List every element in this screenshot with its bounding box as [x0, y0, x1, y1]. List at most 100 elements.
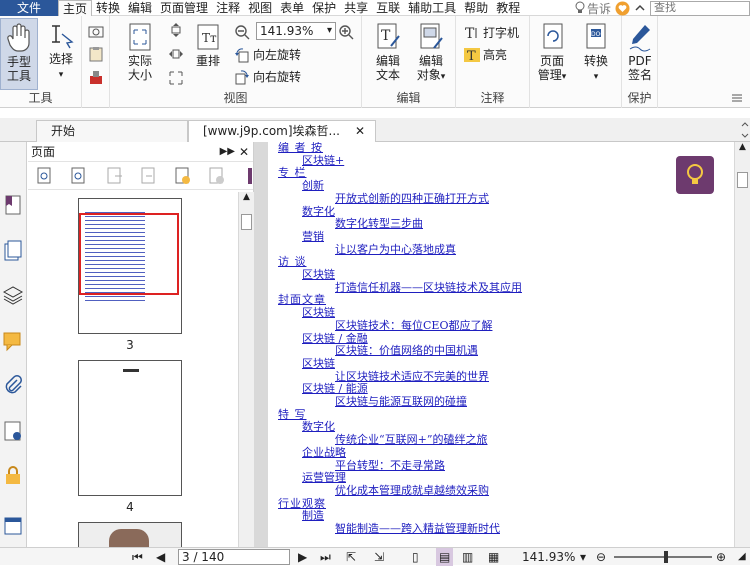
menu-tutorial[interactable]: 教程: [492, 0, 524, 16]
edit-object-button[interactable]: 编辑 对象▾: [410, 22, 452, 84]
toc-entry-level-2[interactable]: 数字化转型三步曲: [335, 218, 423, 230]
zoom-out-icon[interactable]: [234, 24, 250, 40]
toc-entry-level-1[interactable]: 数字化: [302, 421, 335, 433]
actual-size-button[interactable]: 实际 大小: [120, 22, 160, 82]
resize-grip-icon[interactable]: ◢: [738, 548, 746, 566]
toc-entry-level-2[interactable]: 打造信任机器——区块链技术及其应用: [335, 281, 522, 294]
panel-scrollbar[interactable]: ▲: [238, 192, 254, 547]
panel-close-icon[interactable]: ✕: [239, 142, 249, 162]
stamp-icon[interactable]: [88, 70, 104, 86]
bookmark-icon[interactable]: [2, 194, 24, 216]
replace-page-icon[interactable]: [140, 167, 158, 185]
continuous-page-icon[interactable]: ▤: [436, 548, 454, 566]
pages-icon[interactable]: [2, 240, 24, 262]
toc-entry-level-1[interactable]: 制造: [302, 510, 324, 522]
toc-entry-level-0[interactable]: 封面文章: [278, 294, 326, 306]
current-view-frame[interactable]: [79, 213, 179, 295]
toc-entry-level-1[interactable]: 区块链 / 金融: [302, 332, 368, 345]
menu-home[interactable]: 主页: [58, 0, 93, 16]
toc-entry-level-1[interactable]: 区块链+: [302, 154, 344, 167]
toc-entry-level-1[interactable]: 区块链: [302, 307, 335, 319]
zoom-level[interactable]: 141.93%: [522, 548, 575, 566]
page-thumbnail-5[interactable]: [78, 522, 182, 547]
toc-entry-level-0[interactable]: 行业观察: [278, 497, 326, 510]
zoom-dropdown-icon[interactable]: ▾: [580, 548, 586, 566]
toc-entry-level-2[interactable]: 智能制造——跨入精益管理新时代: [335, 523, 500, 535]
rotate-right-button[interactable]: 向右旋转: [234, 68, 301, 85]
zoom-slider-handle[interactable]: [664, 551, 668, 563]
next-view-icon[interactable]: ⇲: [374, 548, 384, 566]
next-page-icon[interactable]: ▶: [298, 548, 307, 566]
toc-entry-level-2[interactable]: 让区块链技术适应不完美的世界: [335, 370, 489, 383]
toc-entry-level-2[interactable]: 区块链：价值网络的中国机遇: [335, 345, 478, 357]
previous-view-icon[interactable]: ⇱: [346, 548, 356, 566]
highlight-button[interactable]: T 高亮: [464, 46, 507, 63]
extract-page-icon[interactable]: [106, 167, 124, 185]
menu-help[interactable]: 帮助: [460, 0, 492, 16]
menu-view[interactable]: 视图: [244, 0, 276, 16]
menu-connect[interactable]: 互联: [372, 0, 404, 16]
layers-icon[interactable]: [2, 284, 24, 306]
menu-protect[interactable]: 保护: [308, 0, 340, 16]
camera-icon[interactable]: [88, 24, 104, 38]
toc-entry-level-1[interactable]: 区块链: [302, 357, 335, 370]
page-thumbnail-4[interactable]: [78, 360, 182, 496]
zoom-in-icon[interactable]: ⊕: [716, 548, 726, 566]
document-scrollbar[interactable]: ▲: [734, 142, 750, 547]
scroll-thumb[interactable]: [241, 214, 252, 230]
panel-splitter[interactable]: [254, 142, 268, 547]
toc-entry-level-0[interactable]: 特 写: [278, 408, 307, 421]
page-number-input[interactable]: 3 / 140: [178, 549, 290, 565]
single-page-icon[interactable]: ▯: [412, 548, 419, 566]
first-page-icon[interactable]: ⏮: [132, 548, 143, 566]
facing-page-icon[interactable]: ▥: [462, 548, 473, 566]
paperclip-icon[interactable]: [2, 374, 24, 396]
lightbulb-icon[interactable]: [573, 1, 587, 15]
edit-text-button[interactable]: T 编辑 文本: [368, 22, 408, 82]
comments-icon[interactable]: [2, 330, 24, 352]
pdf-sign-button[interactable]: PDF 签名: [622, 22, 658, 82]
chevron-up-icon[interactable]: [633, 1, 647, 15]
hand-tool-button[interactable]: 手型 工具: [0, 18, 38, 90]
insert-page-icon[interactable]: [70, 167, 88, 185]
scroll-up-arrow[interactable]: ▲: [239, 192, 254, 202]
search-input[interactable]: [650, 0, 750, 16]
panel-toolbar-more[interactable]: [248, 168, 252, 184]
clipboard-icon[interactable]: [88, 46, 104, 62]
toc-entry-level-1[interactable]: 数字化: [302, 205, 335, 218]
hint-button[interactable]: [676, 156, 714, 194]
tell-me-label[interactable]: 告诉: [587, 0, 611, 17]
menu-form[interactable]: 表单: [276, 0, 308, 16]
toc-entry-level-2[interactable]: 开放式创新的四种正确打开方式: [335, 192, 489, 205]
toc-entry-level-2[interactable]: 区块链与能源互联网的碰撞: [335, 396, 467, 408]
toc-entry-level-2[interactable]: 区块链技术：每位CEO都应了解: [335, 319, 492, 332]
continuous-facing-icon[interactable]: ▦: [488, 548, 499, 566]
tab-scroll-icon[interactable]: [740, 122, 750, 138]
menu-file[interactable]: 文件: [0, 0, 58, 16]
toc-entry-level-0[interactable]: 访 谈: [278, 256, 307, 268]
zoom-in-icon[interactable]: [338, 24, 354, 40]
toc-entry-level-2[interactable]: 让以客户为中心落地成真: [335, 243, 456, 256]
tab-start[interactable]: 开始: [36, 120, 188, 142]
menu-page-manage[interactable]: 页面管理: [156, 0, 212, 16]
toc-entry-level-2[interactable]: 平台转型：不走寻常路: [335, 459, 445, 472]
fit-page-icon[interactable]: [168, 22, 184, 38]
scroll-thumb[interactable]: [737, 172, 748, 188]
menu-edit[interactable]: 编辑: [124, 0, 156, 16]
toc-entry-level-1[interactable]: 营销: [302, 230, 324, 243]
toc-entry-level-1[interactable]: 创新: [302, 180, 324, 192]
close-icon[interactable]: ✕: [355, 121, 365, 141]
tab-document[interactable]: [www.j9p.com]埃森哲... ✕: [188, 120, 376, 142]
menu-comment[interactable]: 注释: [212, 0, 244, 16]
menu-share[interactable]: 共享: [340, 0, 372, 16]
last-page-icon[interactable]: ⏭: [320, 548, 331, 566]
toc-entry-level-1[interactable]: 区块链: [302, 269, 335, 281]
add-page-icon[interactable]: [174, 167, 192, 185]
prev-page-icon[interactable]: ◀: [156, 548, 165, 566]
typewriter-button[interactable]: T 打字机: [464, 24, 519, 41]
zoom-out-icon[interactable]: ⊖: [596, 548, 606, 566]
signature-icon[interactable]: [2, 420, 24, 442]
reflow-button[interactable]: Tт 重排: [190, 22, 226, 68]
page-manage-button[interactable]: 页面 管理▾: [532, 22, 572, 84]
convert-button[interactable]: DOC 转换 ▾: [576, 22, 616, 84]
